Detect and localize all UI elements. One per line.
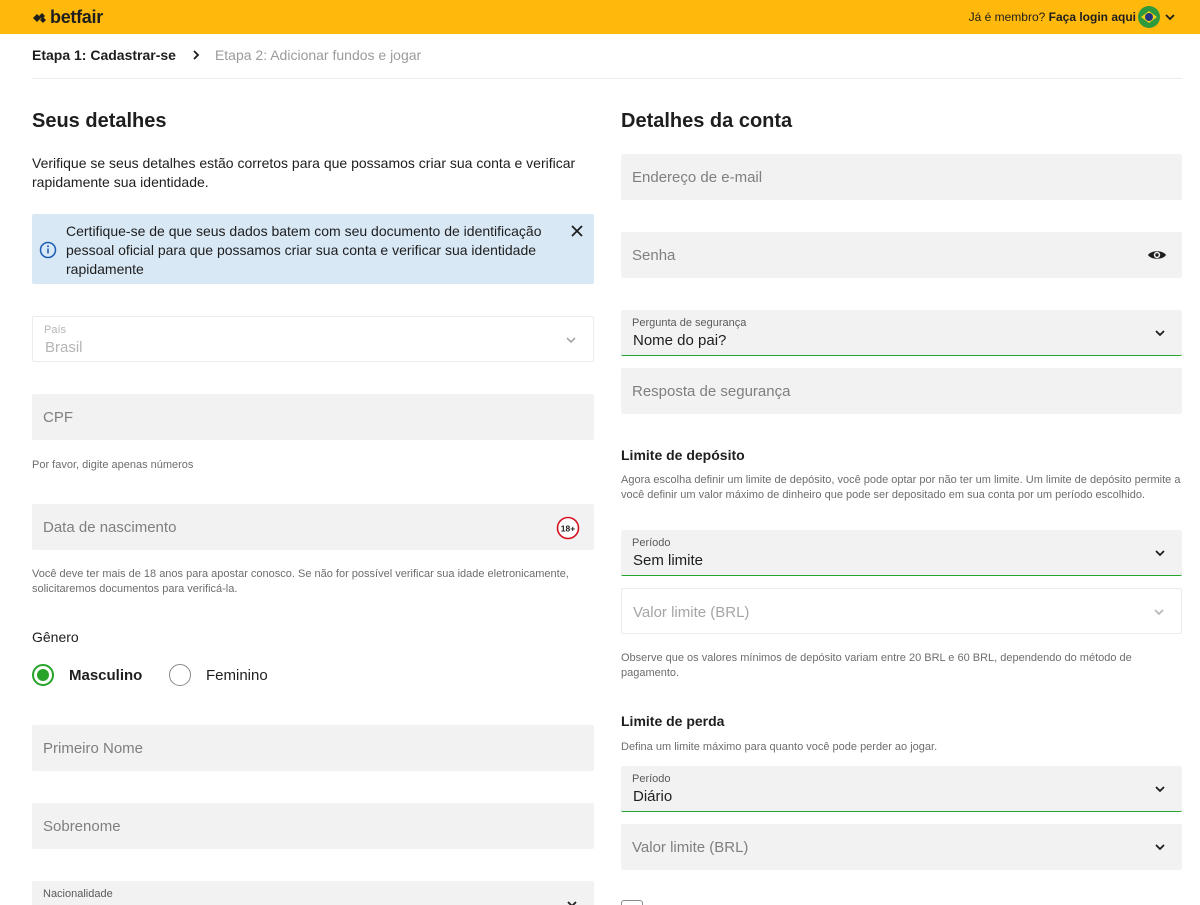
gender-label: Gênero (32, 629, 79, 645)
loss-amount-select[interactable]: Valor limite (BRL) (621, 824, 1182, 870)
first-name-input[interactable] (32, 725, 594, 771)
terms-checkbox[interactable] (621, 900, 643, 905)
betfair-logo-icon (33, 12, 46, 23)
age-badge-text: 18+ (561, 523, 575, 533)
deposit-amount-select: Valor limite (BRL) (621, 588, 1182, 634)
gender-male-radio[interactable]: Masculino (32, 664, 142, 686)
gender-male-label: Masculino (69, 666, 143, 684)
deposit-limit-description: Agora escolha definir um limite de depós… (621, 474, 1181, 501)
country-value: Brasil (45, 339, 83, 356)
details-intro: Verifique se seus detalhes estão correto… (32, 155, 576, 190)
radio-circle-checked (32, 664, 54, 686)
security-question-select[interactable]: Pergunta de segurança Nome do pai? (621, 310, 1182, 356)
eye-icon[interactable] (1147, 248, 1167, 262)
security-answer-field[interactable] (621, 368, 1182, 414)
chevron-down-icon[interactable] (1164, 11, 1176, 23)
password-input[interactable] (621, 232, 1182, 278)
deposit-period-select[interactable]: Período Sem limite (621, 530, 1182, 576)
member-prompt-text: Já é membro? (968, 10, 1046, 24)
flag-globe (1145, 13, 1153, 21)
chevron-down-icon (1155, 786, 1165, 793)
deposit-amount-placeholder: Valor limite (BRL) (633, 604, 750, 621)
security-question-label: Pergunta de segurança (632, 317, 747, 329)
chevron-down-icon (1155, 844, 1165, 851)
step-2-label: Etapa 2: Adicionar fundos e jogar (214, 47, 422, 63)
loss-period-label: Período (632, 773, 671, 785)
age-18-plus-icon: 18+ (556, 516, 580, 540)
deposit-period-label: Período (632, 537, 671, 549)
chevron-down-icon (1154, 609, 1164, 616)
dob-field[interactable]: 18+ (32, 504, 594, 550)
chevron-down-icon (566, 337, 576, 344)
nationality-select[interactable]: Nacionalidade (32, 881, 594, 905)
last-name-field[interactable] (32, 803, 594, 849)
chevron-down-icon (567, 901, 577, 905)
gender-female-label: Feminino (206, 666, 268, 684)
deposit-note: Observe que os valores mínimos de depósi… (621, 652, 1132, 679)
email-input[interactable] (621, 154, 1182, 200)
cpf-input[interactable] (32, 394, 594, 440)
security-question-value: Nome do pai? (633, 332, 727, 349)
chevron-down-icon (1155, 330, 1165, 337)
brazil-flag-icon[interactable] (1138, 6, 1160, 28)
radio-circle (169, 664, 191, 686)
first-name-field[interactable] (32, 725, 594, 771)
deposit-limit-title: Limite de depósito (621, 447, 745, 463)
email-field[interactable] (621, 154, 1182, 200)
chevron-right-icon (191, 49, 201, 61)
member-prompt: Já é membro? Faça login aqui (969, 10, 1136, 24)
loss-amount-placeholder: Valor limite (BRL) (632, 839, 749, 856)
password-field[interactable] (621, 232, 1182, 278)
country-label: País (44, 324, 67, 336)
info-icon (39, 241, 57, 259)
deposit-period-value: Sem limite (633, 552, 704, 569)
betfair-logo[interactable]: betfair (32, 7, 103, 28)
alert-message: Certifique-se de que seus dados batem co… (66, 223, 542, 277)
breadcrumb: Etapa 1: Cadastrar-se Etapa 2: Adicionar… (32, 46, 421, 64)
security-answer-input[interactable] (621, 368, 1182, 414)
details-title: Seus detalhes (32, 110, 167, 132)
loss-limit-description: Defina um limite máximo para quanto você… (621, 741, 938, 753)
top-bar: betfair Já é membro? Faça login aqui (0, 0, 1200, 34)
loss-period-select[interactable]: Período Diário (621, 766, 1182, 812)
breadcrumb-divider (32, 78, 1182, 79)
cpf-field[interactable] (32, 394, 594, 440)
logo-text: betfair (50, 7, 103, 27)
country-select: País Brasil (32, 316, 594, 362)
gender-female-radio[interactable]: Feminino (169, 664, 268, 686)
loss-period-value: Diário (633, 788, 673, 805)
step-1-label: Etapa 1: Cadastrar-se (32, 47, 176, 63)
chevron-down-icon (1155, 550, 1165, 557)
close-icon[interactable] (570, 224, 584, 238)
nationality-label: Nacionalidade (43, 888, 113, 900)
dob-input[interactable] (32, 504, 594, 550)
login-link[interactable]: Faça login aqui (1049, 10, 1136, 24)
identity-alert: Certifique-se de que seus dados batem co… (32, 214, 594, 284)
account-title: Detalhes da conta (621, 110, 793, 132)
loss-limit-title: Limite de perda (621, 713, 725, 729)
cpf-help: Por favor, digite apenas números (32, 459, 194, 471)
last-name-input[interactable] (32, 803, 594, 849)
dob-help: Você deve ter mais de 18 anos para apost… (32, 568, 569, 595)
